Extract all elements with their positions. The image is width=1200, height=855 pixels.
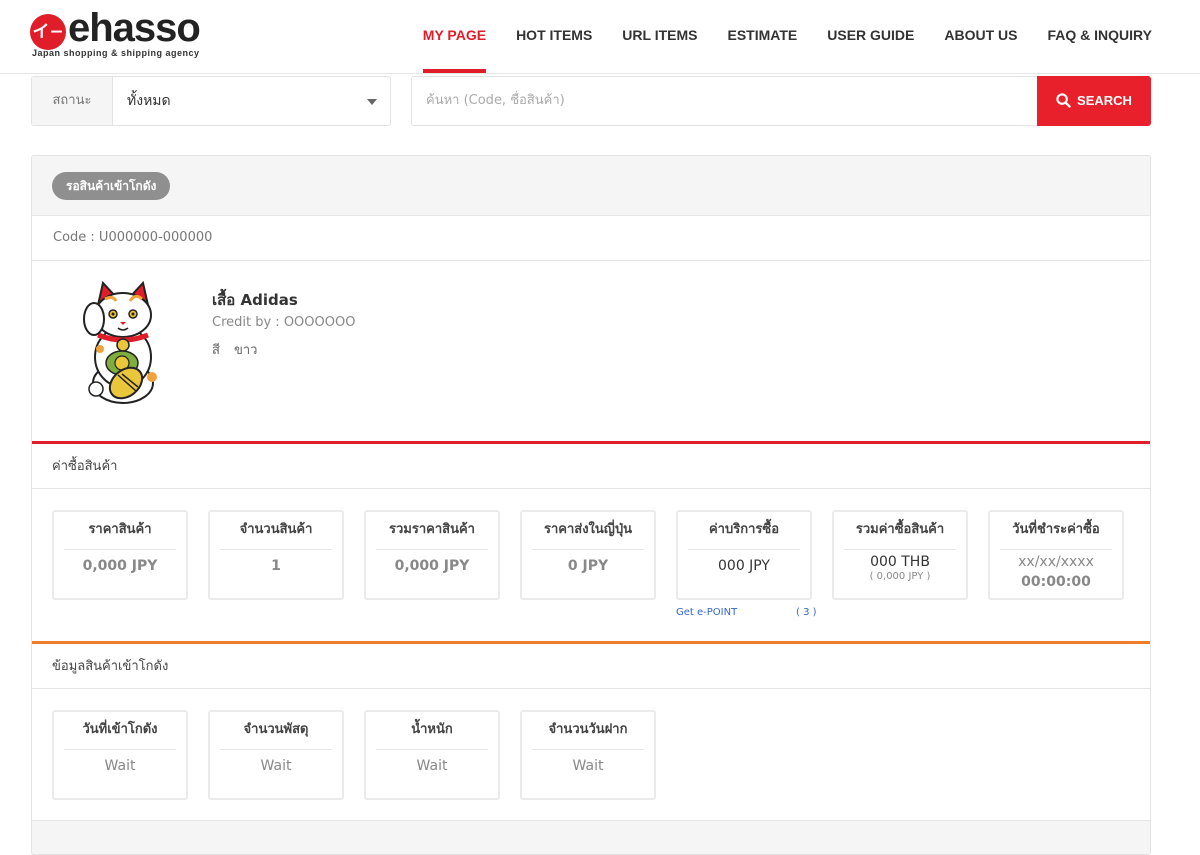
status-filter: สถานะ ทั้งหมด xyxy=(31,76,391,126)
nav-estimate[interactable]: ESTIMATE xyxy=(728,0,798,72)
nav-my-page[interactable]: MY PAGE xyxy=(422,0,487,73)
epoint-count: ( 3 ) xyxy=(796,607,817,618)
storage-days-box: จำนวนวันฝาก Wait xyxy=(520,710,656,800)
logo-tagline: Japan shopping & shipping agency xyxy=(32,48,200,58)
purchase-total-label: รวมค่าซื้อสินค้า xyxy=(844,512,956,550)
japan-shipping-value: 0 JPY xyxy=(567,558,609,574)
price-value: 0,000 JPY xyxy=(82,558,158,574)
weight-value: Wait xyxy=(416,758,448,774)
warehouse-date-label: วันที่เข้าโกดัง xyxy=(64,712,176,750)
subtotal-label: รวมราคาสินค้า xyxy=(376,512,488,550)
chevron-down-icon xyxy=(367,99,377,105)
japan-shipping-box: ราคาส่งในญี่ปุ่น 0 JPY xyxy=(520,510,656,600)
product-color-label: สี xyxy=(212,343,220,358)
weight-label: น้ำหนัก xyxy=(376,712,488,750)
nav-user-guide[interactable]: USER GUIDE xyxy=(827,0,914,72)
japan-shipping-label: ราคาส่งในญี่ปุ่น xyxy=(532,512,644,550)
warehouse-date-box: วันที่เข้าโกดัง Wait xyxy=(52,710,188,800)
parcel-count-box: จำนวนพัสดุ Wait xyxy=(208,710,344,800)
order-card-header: รอสินค้าเข้าโกดัง xyxy=(32,156,1150,216)
payment-time-value: 00:00:00 xyxy=(1021,574,1091,590)
search-icon xyxy=(1056,93,1071,108)
quantity-label: จำนวนสินค้า xyxy=(220,512,332,550)
epoint-label[interactable]: Get e-POINT xyxy=(676,607,737,618)
subtotal-box: รวมราคาสินค้า 0,000 JPY xyxy=(364,510,500,600)
status-label: สถานะ xyxy=(32,77,113,125)
quantity-value: 1 xyxy=(271,558,281,574)
product-color-value: ขาว xyxy=(233,343,258,358)
payment-date-value: xx/xx/xxxx xyxy=(1018,554,1094,570)
logo-wordmark: ehasso xyxy=(68,6,201,50)
search-button[interactable]: SEARCH xyxy=(1037,76,1151,126)
main-nav: MY PAGE HOT ITEMS URL ITEMS ESTIMATE USE… xyxy=(393,0,1152,74)
product-color: สี ขาว xyxy=(212,339,257,360)
logo-mark: イ− xyxy=(30,14,66,50)
warehouse-date-value: Wait xyxy=(104,758,136,774)
nav-about-us[interactable]: ABOUT US xyxy=(944,0,1017,72)
purchase-total-box: รวมค่าซื้อสินค้า 000 THB ( 0,000 JPY ) xyxy=(832,510,968,600)
purchase-total-value: 000 THB xyxy=(870,554,930,570)
product-credit: Credit by : OOOOOOO xyxy=(212,315,356,330)
site-header: イ− ehasso Japan shopping & shipping agen… xyxy=(0,0,1200,74)
status-dropdown[interactable]: ทั้งหมด xyxy=(113,77,390,125)
payment-date-label: วันที่ชำระค่าซื้อ xyxy=(1000,512,1112,550)
status-dropdown-value: ทั้งหมด xyxy=(127,93,171,109)
service-fee-value: 000 JPY xyxy=(718,558,770,574)
order-code: Code : U000000-000000 xyxy=(32,216,1150,261)
order-card-footer xyxy=(32,820,1150,854)
quantity-box: จำนวนสินค้า 1 xyxy=(208,510,344,600)
parcel-count-label: จำนวนพัสดุ xyxy=(220,712,332,750)
weight-box: น้ำหนัก Wait xyxy=(364,710,500,800)
nav-url-items[interactable]: URL ITEMS xyxy=(622,0,697,72)
storage-days-value: Wait xyxy=(572,758,604,774)
search-input[interactable]: ค้นหา (Code, ชื่อสินค้า) xyxy=(411,76,1039,126)
product-name[interactable]: เสื้อ Adidas xyxy=(212,288,298,312)
search-button-label: SEARCH xyxy=(1077,93,1132,108)
order-card: รอสินค้าเข้าโกดัง Code : U000000-000000 xyxy=(31,155,1151,855)
subtotal-value: 0,000 JPY xyxy=(394,558,470,574)
payment-date-box: วันที่ชำระค่าซื้อ xx/xx/xxxx 00:00:00 xyxy=(988,510,1124,600)
storage-days-label: จำนวนวันฝาก xyxy=(532,712,644,750)
price-label: ราคาสินค้า xyxy=(64,512,176,550)
product-image[interactable] xyxy=(78,279,168,405)
purchase-section-title: ค่าซื้อสินค้า xyxy=(32,441,1150,489)
purchase-total-jpy: ( 0,000 JPY ) xyxy=(869,571,931,582)
status-badge: รอสินค้าเข้าโกดัง xyxy=(52,172,171,200)
nav-faq-inquiry[interactable]: FAQ & INQUIRY xyxy=(1048,0,1153,72)
price-box: ราคาสินค้า 0,000 JPY xyxy=(52,510,188,600)
product-info: เสื้อ Adidas Credit by : OOOOOOO สี ขาว xyxy=(32,261,1150,441)
nav-hot-items[interactable]: HOT ITEMS xyxy=(516,0,592,72)
site-logo[interactable]: イ− ehasso Japan shopping & shipping agen… xyxy=(30,6,220,62)
service-fee-box: ค่าบริการซื้อ 000 JPY xyxy=(676,510,812,600)
parcel-count-value: Wait xyxy=(260,758,292,774)
warehouse-section-title: ข้อมูลสินค้าเข้าโกดัง xyxy=(32,641,1150,689)
service-fee-label: ค่าบริการซื้อ xyxy=(688,512,800,550)
